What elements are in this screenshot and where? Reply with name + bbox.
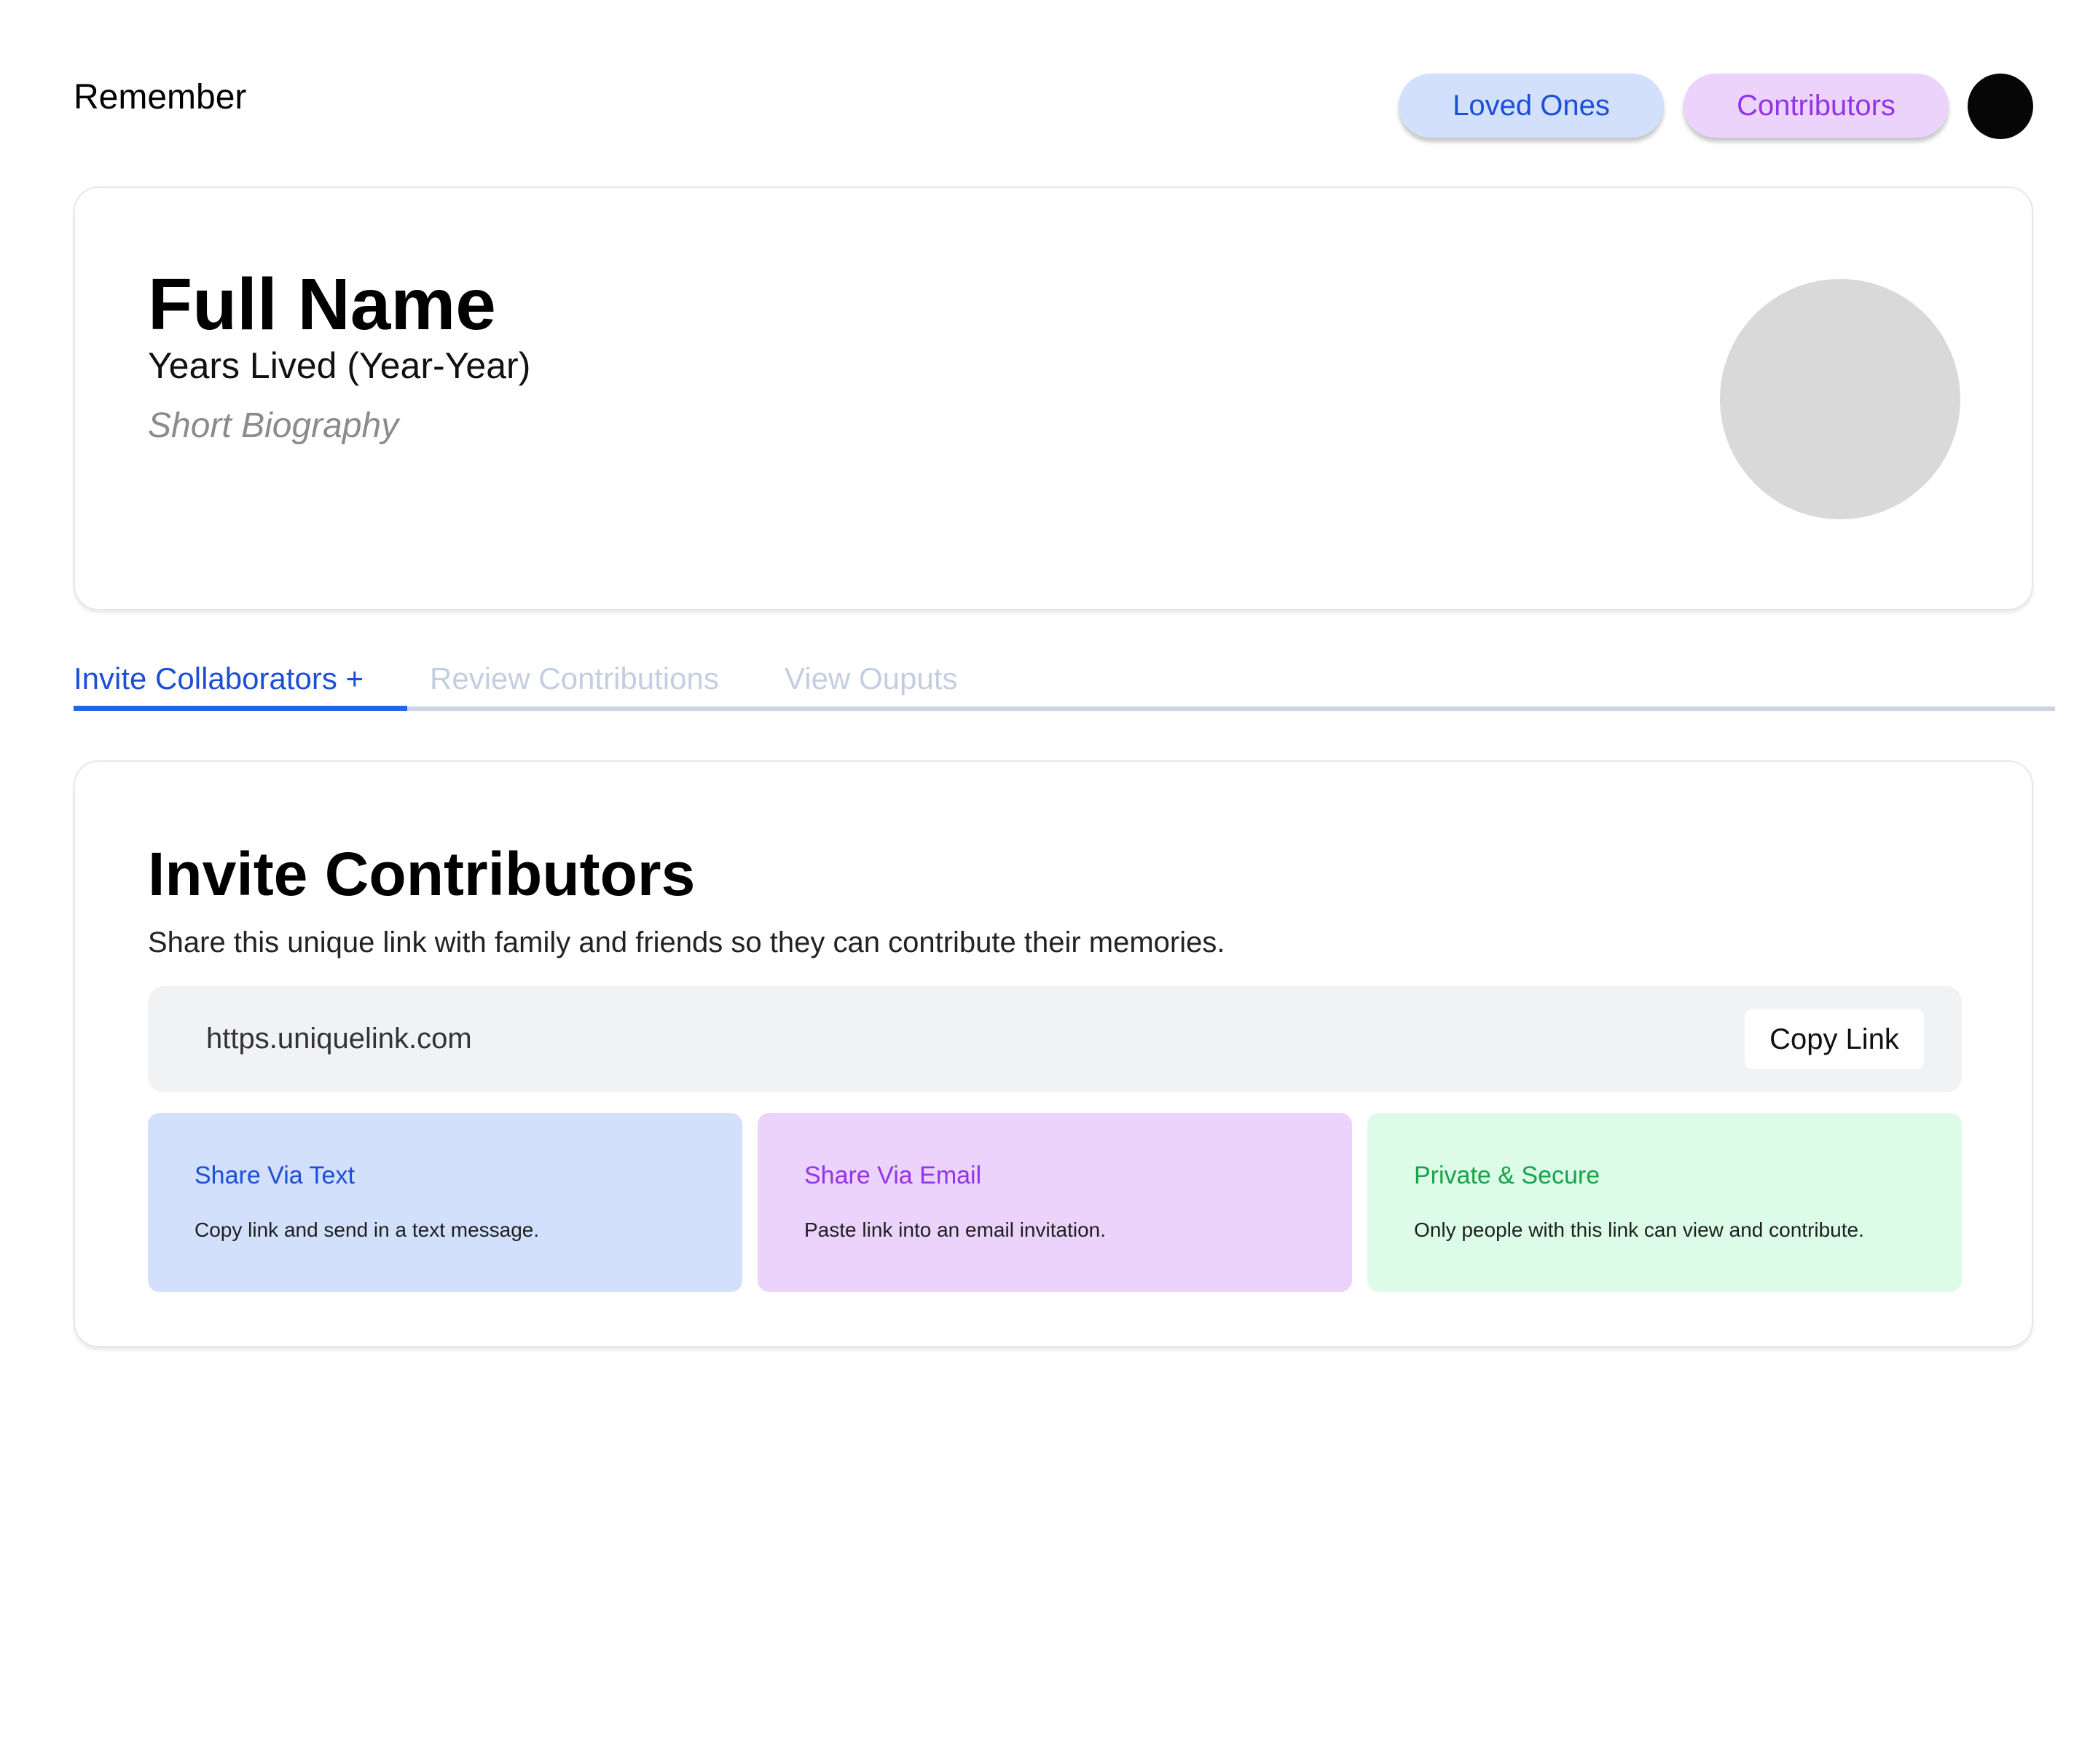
tab-invite-collaborators[interactable]: Invite Collaborators + — [74, 658, 364, 699]
invite-card: Invite Contributors Share this unique li… — [74, 760, 2033, 1347]
share-options: Share Via Text Copy link and send in a t… — [148, 1113, 1962, 1292]
active-tab-indicator — [74, 706, 407, 711]
loved-ones-button[interactable]: Loved Ones — [1399, 74, 1664, 138]
profile-card: Full Name Years Lived (Year-Year) Short … — [74, 186, 2033, 610]
private-secure-desc: Only people with this link can view and … — [1414, 1218, 1864, 1241]
share-via-text-desc: Copy link and send in a text message. — [195, 1218, 540, 1241]
invite-description: Share this unique link with family and f… — [148, 926, 1225, 958]
share-via-text-title: Share Via Text — [195, 1162, 355, 1189]
share-via-text-card[interactable]: Share Via Text Copy link and send in a t… — [148, 1113, 742, 1292]
unique-link-field: https.uniquelink.com Copy Link — [148, 986, 1962, 1092]
user-avatar[interactable] — [1968, 74, 2033, 139]
tab-review-contributions[interactable]: Review Contributions — [430, 658, 719, 699]
section-tabs: Invite Collaborators + Review Contributi… — [74, 655, 2055, 711]
private-secure-card: Private & Secure Only people with this l… — [1367, 1113, 1962, 1292]
profile-years-lived: Years Lived (Year-Year) — [148, 345, 531, 386]
share-via-email-card[interactable]: Share Via Email Paste link into an email… — [758, 1113, 1352, 1292]
contributors-button[interactable]: Contributors — [1683, 74, 1949, 138]
share-via-email-title: Share Via Email — [804, 1162, 982, 1189]
profile-full-name: Full Name — [148, 264, 496, 345]
app-brand: Remember — [74, 78, 247, 117]
private-secure-title: Private & Secure — [1414, 1162, 1600, 1189]
tab-view-outputs[interactable]: View Ouputs — [785, 658, 957, 699]
profile-short-bio: Short Biography — [148, 406, 399, 445]
profile-photo-placeholder[interactable] — [1720, 279, 1960, 519]
copy-link-button[interactable]: Copy Link — [1745, 1009, 1924, 1069]
share-via-email-desc: Paste link into an email invitation. — [804, 1218, 1106, 1241]
invite-title: Invite Contributors — [148, 840, 696, 908]
unique-link-text[interactable]: https.uniquelink.com — [206, 1018, 472, 1059]
